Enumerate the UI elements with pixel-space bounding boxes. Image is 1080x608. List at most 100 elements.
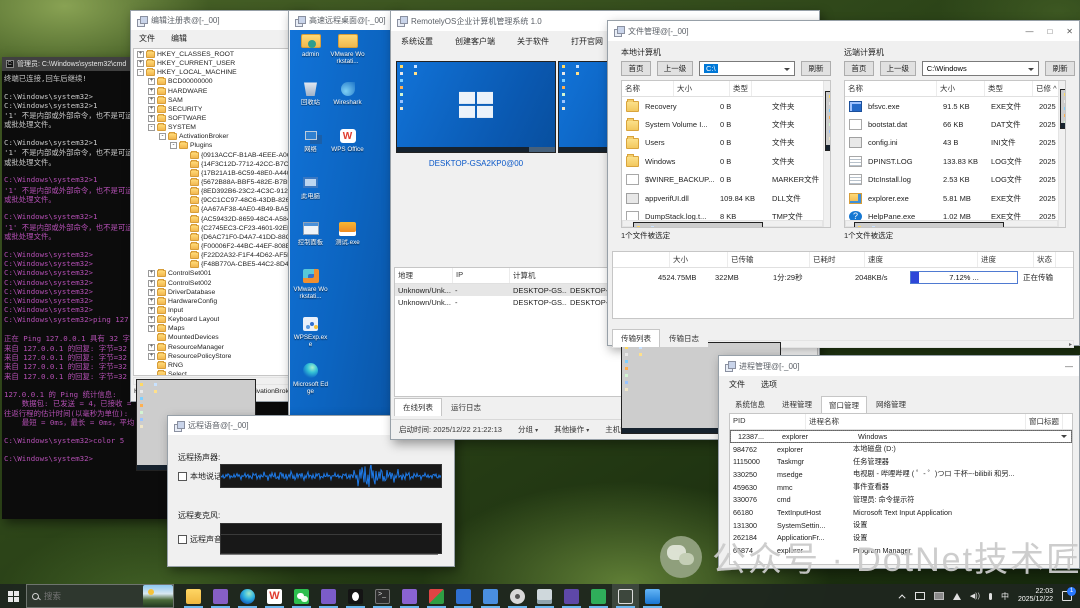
main-menu-item[interactable]: 创建客户端 xyxy=(455,36,495,47)
registry-tree-node[interactable]: {9CC1CC97-48C6-43DB-8265-4B... xyxy=(134,196,304,205)
registry-menu-item[interactable]: 文件 xyxy=(139,33,155,44)
remote-desktop-icon[interactable]: 控制面板 xyxy=(293,220,328,246)
transfer-column-header[interactable]: 大小 xyxy=(670,252,728,267)
minimize-button[interactable]: — xyxy=(1065,362,1073,371)
taskbar-icon-purple-app[interactable] xyxy=(315,584,342,608)
process-menu-item[interactable]: 文件 xyxy=(729,379,745,390)
file-column-header[interactable]: 类型 xyxy=(730,81,752,96)
file-column-header[interactable]: 类型 xyxy=(985,81,1033,96)
taskbar-icon-red-green-app[interactable] xyxy=(423,584,450,608)
file-row[interactable]: explorer.exe 5.81 MB EXE文件 2025 xyxy=(845,189,1065,207)
remote-desktop-screen[interactable]: admin VMware Workstati... 回收站 Wireshark … xyxy=(290,30,399,419)
registry-tree-node[interactable]: {14F3C12D-7712-42CC-B7CC-64... xyxy=(134,160,304,169)
file-column-header[interactable]: 名称 xyxy=(622,81,674,96)
taskbar-icon-pc-manager[interactable] xyxy=(531,584,558,608)
file-row[interactable]: System Volume I... 0 B 文件夹 xyxy=(622,115,830,133)
remote-list-vscrollbar[interactable] xyxy=(1058,81,1065,227)
registry-tree-node[interactable]: + HKEY_CURRENT_USER xyxy=(134,59,304,68)
registry-tree-node[interactable]: + SAM xyxy=(134,96,304,105)
process-tab[interactable]: 窗口管理 xyxy=(821,396,867,414)
host-table-column-header[interactable]: IP xyxy=(453,268,510,283)
taskbar-icon-task-view[interactable] xyxy=(612,584,639,608)
registry-tree-node[interactable]: {F00006F2-44BC-44EF-808B-B2... xyxy=(134,242,304,251)
process-row[interactable]: 330250 msedge 电视剧 - 哔哩哔哩 ( ゜- ゜)つロ 干杯~-b… xyxy=(730,468,1072,481)
start-button[interactable] xyxy=(0,584,26,608)
files-title-bar[interactable]: 文件管理@[-_00] — □ ✕ xyxy=(608,21,1079,41)
display-icon[interactable] xyxy=(915,592,925,600)
main-menu-item[interactable]: 系统设置 xyxy=(401,36,433,47)
registry-tree-node[interactable]: {C2745EC3-CF23-4601-92EF-D1... xyxy=(134,224,304,233)
taskbar-icon-edge[interactable] xyxy=(234,584,261,608)
remote-desktop-icon[interactable]: admin xyxy=(293,32,328,58)
tree-expander-icon[interactable]: + xyxy=(148,280,155,287)
transfer-column-header[interactable] xyxy=(613,252,670,267)
local-refresh-button[interactable]: 刷新 xyxy=(801,61,831,76)
tree-expander-icon[interactable]: + xyxy=(148,298,155,305)
tree-expander-icon[interactable]: + xyxy=(148,106,155,113)
registry-hscrollbar[interactable] xyxy=(133,377,305,385)
remote-desktop-icon[interactable]: 回收站 xyxy=(293,80,328,106)
process-row[interactable]: 1115000 Taskmgr 任务管理器 xyxy=(730,455,1072,468)
process-tab[interactable]: 进程管理 xyxy=(774,395,820,413)
remote-desktop-icon[interactable]: 此电脑 xyxy=(293,174,328,200)
tree-expander-icon[interactable]: + xyxy=(148,97,155,104)
file-row[interactable]: appverifUI.dll 109.84 KB DLL文件 xyxy=(622,189,830,207)
registry-tree-node[interactable]: {F48B770A-CBE5-44C2-8D4F-93... xyxy=(134,260,304,269)
remote-home-button[interactable]: 首页 xyxy=(844,61,874,76)
file-row[interactable]: $WINRE_BACKUP... 0 B MARKER文件 xyxy=(622,171,830,189)
file-row[interactable]: DPINST.LOG 133.83 KB LOG文件 2025 xyxy=(845,152,1065,170)
tree-expander-icon[interactable]: + xyxy=(137,51,144,58)
tree-expander-icon[interactable]: + xyxy=(137,60,144,67)
scroll-right-icon[interactable]: ▸ xyxy=(1069,342,1072,348)
remote-list-hscrollbar[interactable] xyxy=(845,220,1058,227)
remote-desktop-icon[interactable]: WPSExp.exe xyxy=(293,315,328,348)
taskbar-icon-file-explorer[interactable] xyxy=(180,584,207,608)
registry-tree-node[interactable]: {17B21A1B-6C59-48E0-A440-6B... xyxy=(134,169,304,178)
tree-expander-icon[interactable]: + xyxy=(148,316,155,323)
registry-tree-node[interactable]: {5672B88A-BBF5-482E-B7B9-742... xyxy=(134,178,304,187)
tree-expander-icon[interactable]: + xyxy=(148,353,155,360)
remote-desktop-icon[interactable]: VMware Workstati... xyxy=(330,32,365,65)
network-icon[interactable] xyxy=(953,593,961,600)
remote-desktop-title-bar[interactable]: 高速远程桌面@[-_00] xyxy=(289,11,399,30)
maximize-button[interactable]: □ xyxy=(1047,27,1052,36)
more-actions-menu[interactable]: 其他操作 ▾ xyxy=(554,424,589,435)
remote-desktop-icon[interactable]: 网络 xyxy=(293,127,328,153)
taskbar-icon-wps-office[interactable] xyxy=(261,584,288,608)
transfer-column-header[interactable]: 已传输 xyxy=(728,252,810,267)
process-row[interactable]: 459630 mmc 事件查看器 xyxy=(730,481,1072,494)
transfer-column-header[interactable]: 状态 xyxy=(1034,252,1056,267)
local-path-combobox[interactable]: C:\ xyxy=(699,61,795,76)
taskbar-icon-blue-app-2[interactable] xyxy=(477,584,504,608)
local-list-hscrollbar[interactable] xyxy=(622,220,823,227)
registry-tree-node[interactable]: {AC59432D-8659-48C4-A584-A8... xyxy=(134,215,304,224)
remote-sound-checkbox[interactable] xyxy=(178,535,187,544)
registry-tree-node[interactable]: + ControlSet001 xyxy=(134,269,304,278)
registry-tree-node[interactable]: + HKEY_CLASSES_ROOT xyxy=(134,50,304,59)
local-talk-checkbox[interactable] xyxy=(178,472,187,481)
registry-tree-node[interactable]: + BCD00000000 xyxy=(134,77,304,86)
main-tab[interactable]: 在线列表 xyxy=(394,398,442,416)
local-home-button[interactable]: 首页 xyxy=(621,61,651,76)
tree-expander-icon[interactable]: + xyxy=(148,78,155,85)
local-file-list[interactable]: 名称大小类型 Recovery 0 B 文件夹 System Volume I.… xyxy=(621,80,831,228)
file-column-header[interactable]: 名称 xyxy=(845,81,937,96)
registry-tree-node[interactable]: + SOFTWARE xyxy=(134,114,304,123)
file-row[interactable]: DtcInstall.log 2.53 KB LOG文件 2025 xyxy=(845,171,1065,189)
registry-tree-node[interactable]: - Plugins xyxy=(134,141,304,150)
registry-tree-node[interactable]: + HARDWARE xyxy=(134,87,304,96)
process-column-header[interactable]: PID xyxy=(730,414,806,429)
tree-expander-icon[interactable]: - xyxy=(159,133,166,140)
remote-desktop-icon[interactable]: 测试.exe xyxy=(330,220,365,246)
tree-expander-icon[interactable]: + xyxy=(148,88,155,95)
registry-title-bar[interactable]: 编辑注册表@[-_00] xyxy=(131,11,307,30)
process-title-bar[interactable]: 进程管理@[-_00] — xyxy=(719,356,1079,376)
process-column-header[interactable]: 进程名称 xyxy=(806,414,1026,429)
transfer-list[interactable]: 大小已传输已耗时速度进度状态 4524.75MB 322MB 1分:29秒 20… xyxy=(612,251,1074,319)
remote-desktop-icon[interactable]: VMware Workstati... xyxy=(293,267,328,300)
tree-expander-icon[interactable]: + xyxy=(148,307,155,314)
file-row[interactable]: bootstat.dat 66 KB DAT文件 2025 xyxy=(845,115,1065,133)
transfer-tab[interactable]: 传输列表 xyxy=(612,329,660,347)
file-column-header[interactable]: 大小 xyxy=(937,81,985,96)
transfer-tab[interactable]: 传输日志 xyxy=(660,329,708,347)
